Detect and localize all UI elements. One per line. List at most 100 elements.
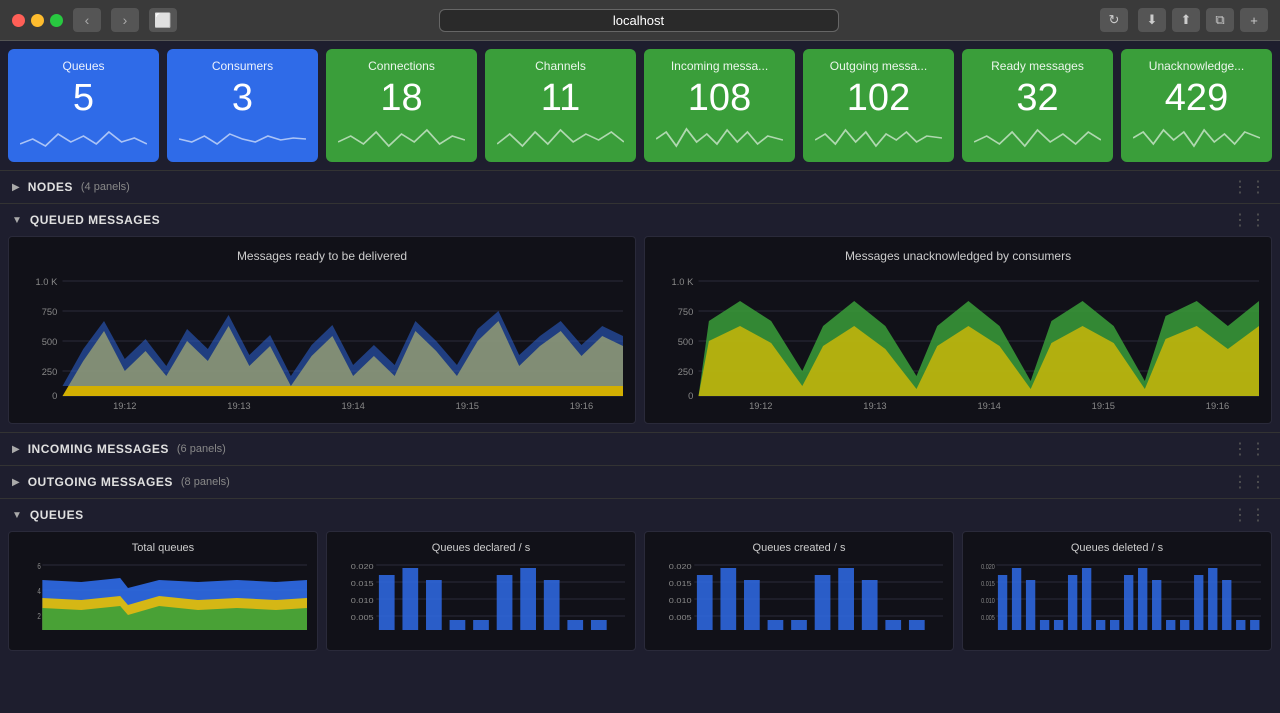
stat-value-incoming: 108 (656, 77, 783, 120)
stat-card-channels[interactable]: Channels 11 (485, 49, 636, 162)
svg-text:19:16: 19:16 (1206, 401, 1229, 411)
chart-ready-svg: 1.0 K 750 500 250 0 19:12 19:13 19:14 19… (21, 271, 623, 411)
queues-created-title: Queues created / s (655, 542, 943, 554)
svg-text:750: 750 (42, 307, 58, 317)
svg-text:250: 250 (678, 367, 694, 377)
svg-text:4: 4 (37, 587, 40, 596)
svg-text:1.0 K: 1.0 K (672, 277, 694, 287)
nodes-subtitle: (4 panels) (81, 181, 130, 193)
incoming-messages-subtitle: (6 panels) (177, 443, 226, 455)
stat-card-connections[interactable]: Connections 18 (326, 49, 477, 162)
chart-ready-messages: Messages ready to be delivered 1.0 K 750… (8, 236, 636, 424)
stat-card-consumers[interactable]: Consumers 3 (167, 49, 318, 162)
nodes-title: NODES (28, 180, 73, 194)
incoming-messages-title: INCOMING MESSAGES (28, 442, 169, 456)
reload-button[interactable]: ↻ (1100, 8, 1128, 32)
stat-value-connections: 18 (338, 77, 465, 120)
stat-value-channels: 11 (497, 77, 624, 120)
charts-row: Messages ready to be delivered 1.0 K 750… (0, 236, 1280, 432)
chart-total-queues: Total queues 6 4 2 (8, 531, 318, 651)
svg-text:0.020: 0.020 (351, 563, 374, 571)
stat-value-outgoing: 102 (815, 77, 942, 120)
minimize-button[interactable] (31, 14, 44, 27)
svg-text:19:14: 19:14 (977, 401, 1000, 411)
close-button[interactable] (12, 14, 25, 27)
stat-card-queues[interactable]: Queues 5 (8, 49, 159, 162)
svg-text:0: 0 (52, 391, 57, 401)
svg-text:500: 500 (678, 337, 694, 347)
svg-text:250: 250 (42, 367, 58, 377)
plus-button[interactable]: + (1240, 8, 1268, 32)
queues-created-area: 0.020 0.015 0.010 0.005 (655, 560, 943, 640)
stat-card-unack[interactable]: Unacknowledge... 429 (1121, 49, 1272, 162)
stat-label-connections: Connections (338, 59, 465, 73)
stat-value-queues: 5 (20, 77, 147, 120)
chevron-nodes-icon: ▶ (12, 182, 20, 193)
nodes-dots-icon[interactable]: ⋮⋮ (1232, 177, 1268, 197)
share-button[interactable]: ⬆ (1172, 8, 1200, 32)
stat-value-consumers: 3 (179, 77, 306, 120)
outgoing-dots-icon[interactable]: ⋮⋮ (1232, 472, 1268, 492)
dashboard: Queues 5 Consumers 3 Connections 18 Chan… (0, 41, 1280, 713)
svg-text:19:14: 19:14 (341, 401, 364, 411)
svg-text:19:15: 19:15 (1092, 401, 1115, 411)
sparkline-incoming (656, 124, 783, 154)
queues-dots-icon[interactable]: ⋮⋮ (1232, 505, 1268, 525)
stat-label-channels: Channels (497, 59, 624, 73)
total-queues-area: 6 4 2 (19, 560, 307, 640)
svg-text:6: 6 (37, 562, 40, 571)
stat-label-ready: Ready messages (974, 59, 1101, 73)
chevron-queues-icon: ▼ (12, 510, 22, 521)
chart-unack-title: Messages unacknowledged by consumers (657, 249, 1259, 263)
svg-text:19:12: 19:12 (749, 401, 772, 411)
stat-value-ready: 32 (974, 77, 1101, 120)
layout-button[interactable]: ⬜ (149, 8, 177, 32)
browser-actions: ⬇ ⬆ ⧉ + (1138, 8, 1268, 32)
stat-card-outgoing[interactable]: Outgoing messa... 102 (803, 49, 954, 162)
address-bar[interactable] (439, 9, 839, 32)
svg-text:2: 2 (37, 612, 40, 621)
svg-text:0.010: 0.010 (981, 597, 995, 605)
incoming-dots-icon[interactable]: ⋮⋮ (1232, 439, 1268, 459)
download-button[interactable]: ⬇ (1138, 8, 1166, 32)
forward-button[interactable]: › (111, 8, 139, 32)
sparkline-connections (338, 124, 465, 154)
chart-unack-messages: Messages unacknowledged by consumers 1.0… (644, 236, 1272, 424)
svg-text:750: 750 (678, 307, 694, 317)
sparkline-consumers (179, 124, 306, 154)
section-queued-messages[interactable]: ▼ QUEUED MESSAGES ⋮⋮ (0, 203, 1280, 236)
section-outgoing-messages[interactable]: ▶ OUTGOING MESSAGES (8 panels) ⋮⋮ (0, 465, 1280, 498)
svg-text:0.020: 0.020 (669, 563, 692, 571)
svg-text:19:13: 19:13 (863, 401, 886, 411)
outgoing-messages-subtitle: (8 panels) (181, 476, 230, 488)
chart-queues-deleted: Queues deleted / s 0.020 0.015 0.010 0.0… (962, 531, 1272, 651)
bottom-charts-row: Total queues 6 4 2 (0, 531, 1280, 659)
stat-label-unack: Unacknowledge... (1133, 59, 1260, 73)
chevron-incoming-icon: ▶ (12, 444, 20, 455)
svg-text:0.005: 0.005 (669, 614, 692, 622)
section-queues[interactable]: ▼ QUEUES ⋮⋮ (0, 498, 1280, 531)
chart-queues-created: Queues created / s 0.020 0.015 0.010 0.0… (644, 531, 954, 651)
section-incoming-messages[interactable]: ▶ INCOMING MESSAGES (6 panels) ⋮⋮ (0, 432, 1280, 465)
chart-unack-area: 1.0 K 750 500 250 0 19:12 19:13 19:14 19… (657, 271, 1259, 411)
stat-card-ready[interactable]: Ready messages 32 (962, 49, 1113, 162)
browser-chrome: ‹ › ⬜ ↻ ⬇ ⬆ ⧉ + (0, 0, 1280, 41)
svg-text:19:16: 19:16 (570, 401, 593, 411)
chevron-outgoing-icon: ▶ (12, 477, 20, 488)
chevron-queued-icon: ▼ (12, 215, 22, 226)
stat-card-incoming[interactable]: Incoming messa... 108 (644, 49, 795, 162)
stat-label-queues: Queues (20, 59, 147, 73)
back-button[interactable]: ‹ (73, 8, 101, 32)
svg-text:0.015: 0.015 (351, 580, 374, 588)
chart-unack-svg: 1.0 K 750 500 250 0 19:12 19:13 19:14 19… (657, 271, 1259, 411)
fullscreen-button[interactable] (50, 14, 63, 27)
svg-text:19:13: 19:13 (227, 401, 250, 411)
queues-declared-area: 0.020 0.015 0.010 0.005 (337, 560, 625, 640)
svg-text:19:12: 19:12 (113, 401, 136, 411)
section-nodes[interactable]: ▶ NODES (4 panels) ⋮⋮ (0, 170, 1280, 203)
svg-text:0.010: 0.010 (351, 597, 374, 605)
queued-dots-icon[interactable]: ⋮⋮ (1232, 210, 1268, 230)
queues-deleted-title: Queues deleted / s (973, 542, 1261, 554)
window-button[interactable]: ⧉ (1206, 8, 1234, 32)
stat-label-consumers: Consumers (179, 59, 306, 73)
